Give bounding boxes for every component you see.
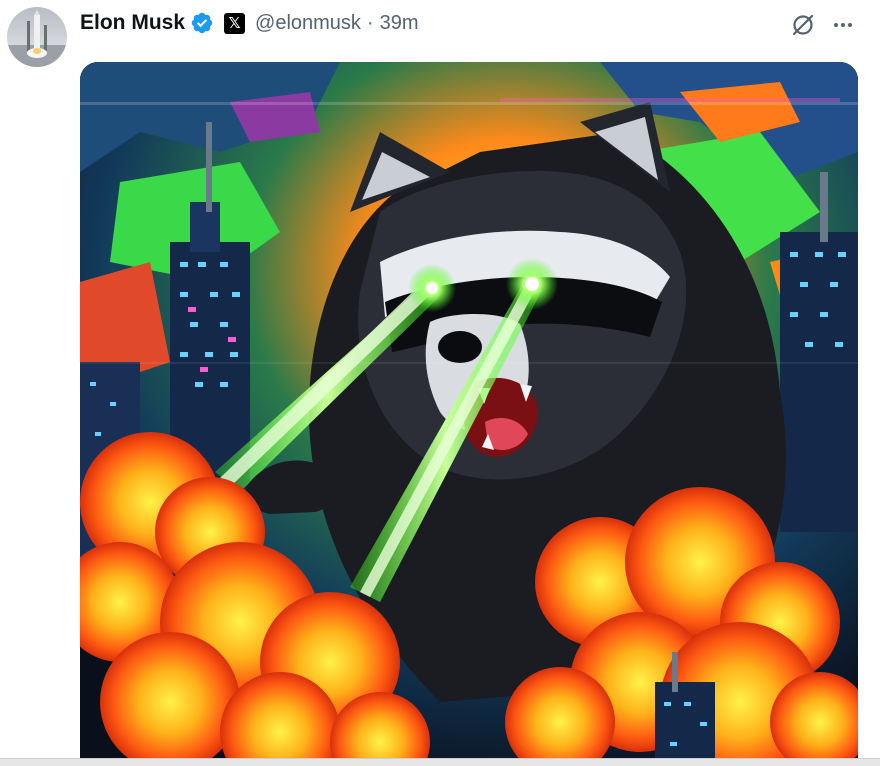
author-handle[interactable]: @elonmusk: [255, 12, 361, 35]
bottom-scrollbar[interactable]: [0, 758, 880, 766]
raccoon-laser-image: [80, 62, 858, 766]
verified-badge-icon[interactable]: [190, 11, 214, 35]
more-icon: [834, 23, 852, 27]
more-button[interactable]: [828, 10, 858, 40]
tweet-image[interactable]: [80, 62, 858, 766]
separator-dot: ·: [366, 11, 374, 34]
rocket-launch-icon: [7, 10, 67, 67]
grok-button[interactable]: [788, 10, 818, 40]
author-name[interactable]: Elon Musk: [80, 11, 185, 35]
affiliation-x-icon[interactable]: 𝕏: [224, 12, 246, 34]
tweet: Elon Musk 𝕏 @elonmusk · 39m: [0, 0, 880, 766]
grok-icon: [792, 14, 814, 36]
tweet-header: Elon Musk 𝕏 @elonmusk · 39m: [80, 8, 419, 38]
timestamp[interactable]: 39m: [380, 12, 419, 35]
avatar[interactable]: [7, 7, 67, 67]
